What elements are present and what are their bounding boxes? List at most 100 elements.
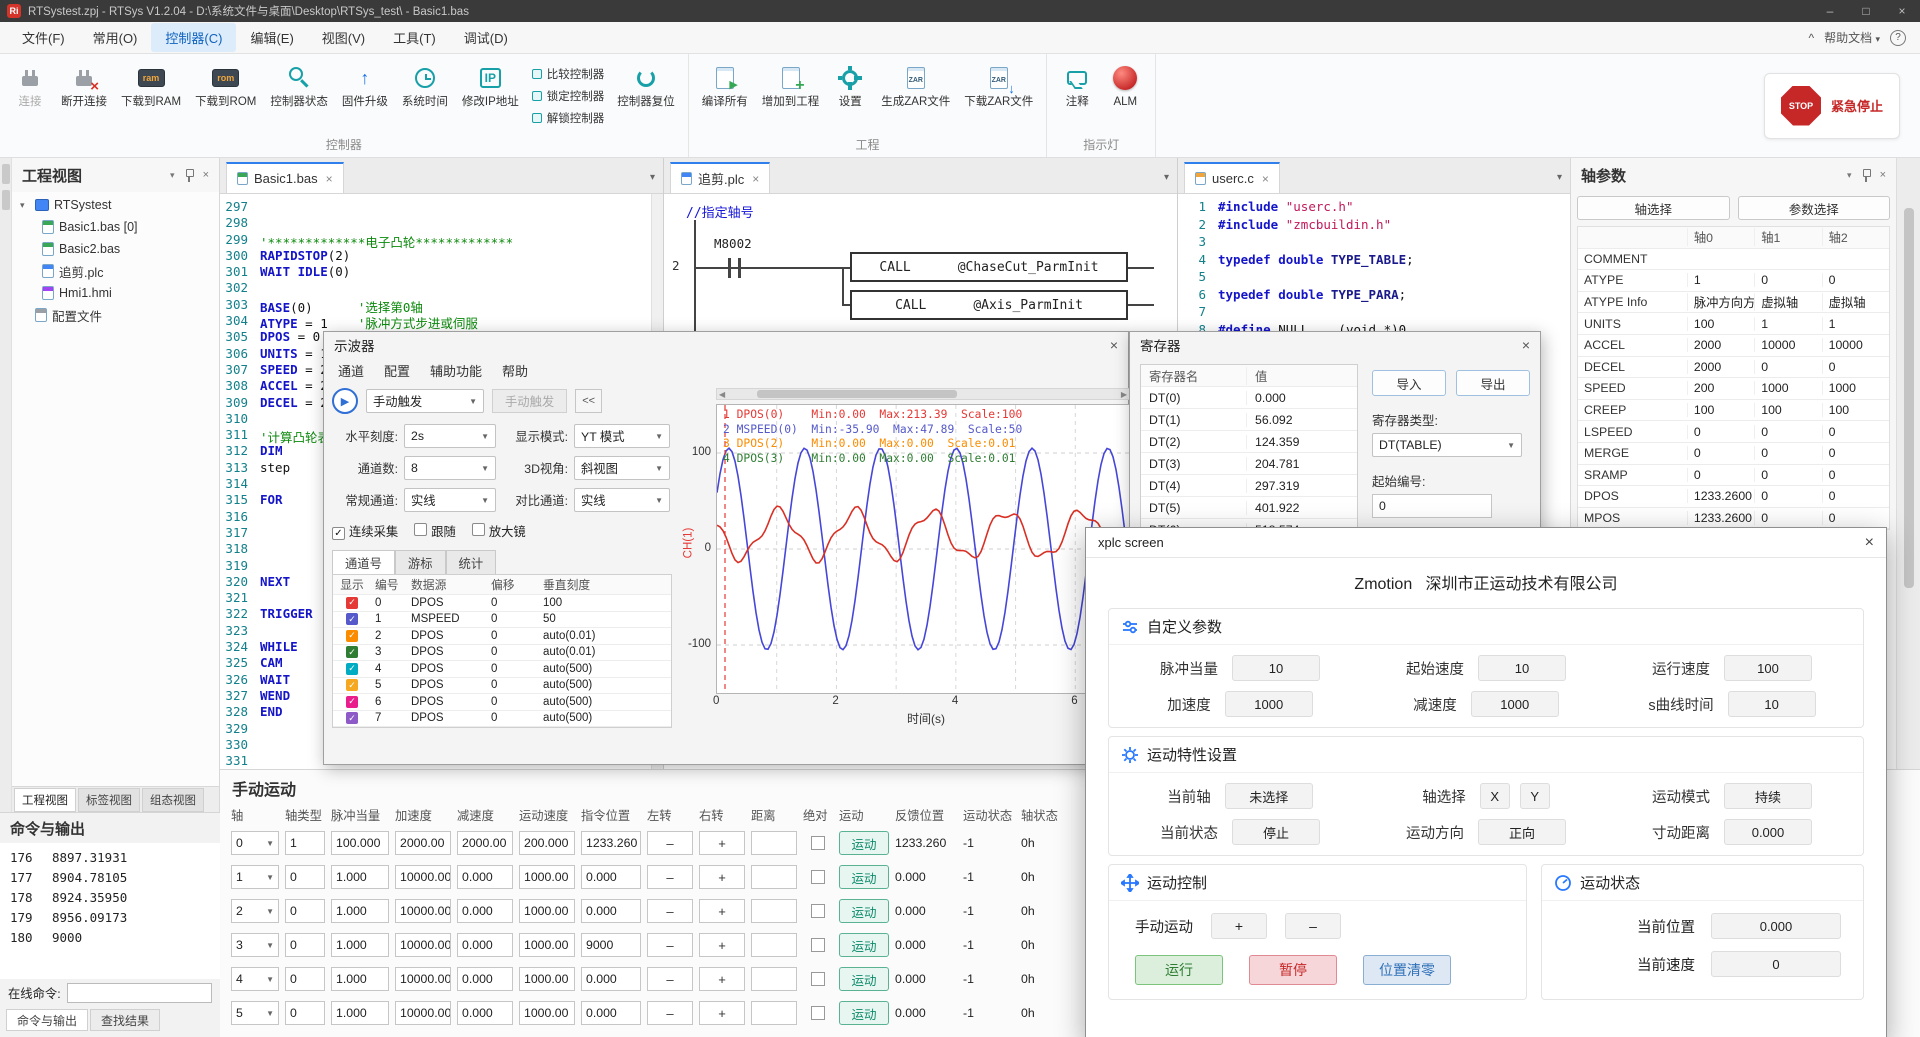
- channel-checkbox[interactable]: ✓: [346, 597, 358, 609]
- ribbon-button-plug[interactable]: 连接: [6, 56, 54, 111]
- collapse-panel-button[interactable]: <<: [575, 389, 602, 413]
- channel-row[interactable]: ✓6DPOS0auto(500): [333, 694, 671, 711]
- ribbon-button-comment[interactable]: 注释: [1053, 56, 1101, 111]
- osc-menu-1[interactable]: 配置: [384, 361, 410, 380]
- osc-check-0[interactable]: ✓连续采集: [332, 522, 398, 540]
- help-menu[interactable]: 帮助文档 ▾: [1824, 29, 1880, 46]
- register-row[interactable]: DT(4)297.319: [1141, 475, 1357, 497]
- value-input[interactable]: 1.000: [331, 865, 389, 889]
- move-button[interactable]: 运动: [839, 899, 889, 923]
- value-input[interactable]: 100.000: [331, 831, 389, 855]
- channel-row[interactable]: ✓4DPOS0auto(500): [333, 661, 671, 678]
- chevron-down-icon[interactable]: ▾: [1847, 170, 1852, 181]
- tree-file-1[interactable]: Basic2.bas: [12, 238, 219, 260]
- zero-button[interactable]: 位置清零: [1363, 955, 1451, 985]
- jog-right-button[interactable]: +: [699, 865, 745, 889]
- menu-item-4[interactable]: 视图(V): [308, 23, 379, 52]
- axis-table-row[interactable]: LSPEED000: [1578, 421, 1889, 443]
- param-value[interactable]: 1000: [1225, 691, 1313, 717]
- value-input[interactable]: 1000.00: [519, 933, 575, 957]
- trigger-mode-select[interactable]: 手动触发▼: [366, 389, 484, 413]
- checkbox[interactable]: [414, 523, 427, 536]
- ribbon-button-zar[interactable]: ZAR生成ZAR文件: [874, 56, 957, 111]
- axis-table-row[interactable]: ACCEL20001000010000: [1578, 335, 1889, 357]
- osc-check-2[interactable]: 放大镜: [472, 522, 526, 540]
- ribbon-button-gear[interactable]: 设置: [826, 56, 874, 111]
- jog-minus-button[interactable]: –: [1285, 913, 1341, 939]
- close-icon[interactable]: ×: [326, 172, 333, 186]
- axis-table-row[interactable]: CREEP100100100: [1578, 400, 1889, 422]
- distance-input[interactable]: [751, 1001, 797, 1025]
- import-button[interactable]: 导入: [1372, 370, 1446, 396]
- absolute-checkbox[interactable]: [811, 870, 825, 884]
- value-input[interactable]: 200.000: [519, 831, 575, 855]
- axis-select-button-1[interactable]: 参数选择: [1738, 196, 1891, 220]
- tab-plc[interactable]: 追剪.plc ×: [670, 162, 770, 193]
- value-input[interactable]: 0: [285, 967, 325, 991]
- jog-right-button[interactable]: +: [699, 967, 745, 991]
- value-input[interactable]: 0.000: [457, 899, 513, 923]
- channel-row[interactable]: ✓7DPOS0auto(500): [333, 711, 671, 728]
- value-input[interactable]: 0: [285, 865, 325, 889]
- registers-titlebar[interactable]: 寄存器 ×: [1130, 332, 1540, 358]
- axis-select[interactable]: 1▼: [231, 865, 279, 889]
- tab-userc[interactable]: userc.c ×: [1184, 162, 1280, 193]
- tab-list-icon[interactable]: ▾: [1164, 172, 1169, 183]
- close-icon[interactable]: ×: [1262, 172, 1269, 186]
- value-input[interactable]: 10000.00: [395, 899, 451, 923]
- value-input[interactable]: 10000.00: [395, 967, 451, 991]
- value-input[interactable]: 0.000: [581, 865, 641, 889]
- motion-value[interactable]: 未选择: [1225, 783, 1313, 809]
- motion-value[interactable]: 持续: [1724, 783, 1812, 809]
- value-input[interactable]: 1233.260: [581, 831, 641, 855]
- osc-select-0[interactable]: 2s▼: [404, 424, 496, 448]
- distance-input[interactable]: [751, 865, 797, 889]
- minimize-button[interactable]: –: [1812, 0, 1848, 22]
- move-button[interactable]: 运动: [839, 933, 889, 957]
- jog-right-button[interactable]: +: [699, 1001, 745, 1025]
- osc-select-4[interactable]: 实线▼: [404, 488, 496, 512]
- channel-checkbox[interactable]: ✓: [346, 712, 358, 724]
- value-input[interactable]: 9000: [581, 933, 641, 957]
- axis-select[interactable]: 5▼: [231, 1001, 279, 1025]
- osc-select-2[interactable]: 8▼: [404, 456, 496, 480]
- ribbon-button-compile[interactable]: ▶编译所有: [695, 56, 755, 111]
- absolute-checkbox[interactable]: [811, 938, 825, 952]
- distance-input[interactable]: [751, 967, 797, 991]
- osc-check-1[interactable]: 跟随: [414, 522, 456, 540]
- channel-row[interactable]: ✓5DPOS0auto(500): [333, 678, 671, 695]
- value-input[interactable]: 0.000: [457, 967, 513, 991]
- project-view-tab-1[interactable]: 标签视图: [78, 788, 140, 812]
- move-button[interactable]: 运动: [839, 967, 889, 991]
- start-capture-button[interactable]: ▶: [332, 388, 358, 414]
- osc-select-1[interactable]: YT 模式▼: [574, 424, 670, 448]
- param-value[interactable]: 10: [1478, 655, 1566, 681]
- tab-basic1[interactable]: Basic1.bas ×: [226, 162, 344, 193]
- param-value[interactable]: 10: [1728, 691, 1816, 717]
- jog-left-button[interactable]: –: [647, 831, 693, 855]
- menu-item-3[interactable]: 编辑(E): [236, 23, 307, 52]
- value-input[interactable]: 1000.00: [519, 1001, 575, 1025]
- motion-value[interactable]: 0.000: [1724, 819, 1812, 845]
- osc-select-5[interactable]: 实线▼: [574, 488, 670, 512]
- tree-file-0[interactable]: Basic1.bas [0]: [12, 216, 219, 238]
- ribbon-button-alm[interactable]: ALM: [1101, 56, 1149, 111]
- move-button[interactable]: 运动: [839, 865, 889, 889]
- emergency-stop-button[interactable]: STOP 紧急停止: [1764, 73, 1900, 139]
- ribbon-button-ram[interactable]: ram下载到RAM: [114, 56, 188, 111]
- value-input[interactable]: 2000.00: [395, 831, 451, 855]
- channel-checkbox[interactable]: ✓: [346, 646, 358, 658]
- expander-icon[interactable]: ▾: [20, 200, 30, 211]
- channel-checkbox[interactable]: ✓: [346, 630, 358, 642]
- jog-right-button[interactable]: +: [699, 933, 745, 957]
- chevron-down-icon[interactable]: ▾: [170, 170, 175, 181]
- absolute-checkbox[interactable]: [811, 904, 825, 918]
- axis-select[interactable]: 2▼: [231, 899, 279, 923]
- pin-icon[interactable]: [1861, 169, 1871, 182]
- checkbox[interactable]: [472, 523, 485, 536]
- param-value[interactable]: 1000: [1471, 691, 1559, 717]
- param-value[interactable]: 100: [1724, 655, 1812, 681]
- call-block-axis[interactable]: CALL @Axis_ParmInit: [850, 290, 1128, 320]
- menu-item-0[interactable]: 文件(F): [8, 23, 79, 52]
- chart-horizontal-scrollbar[interactable]: ◀▶: [716, 388, 1130, 400]
